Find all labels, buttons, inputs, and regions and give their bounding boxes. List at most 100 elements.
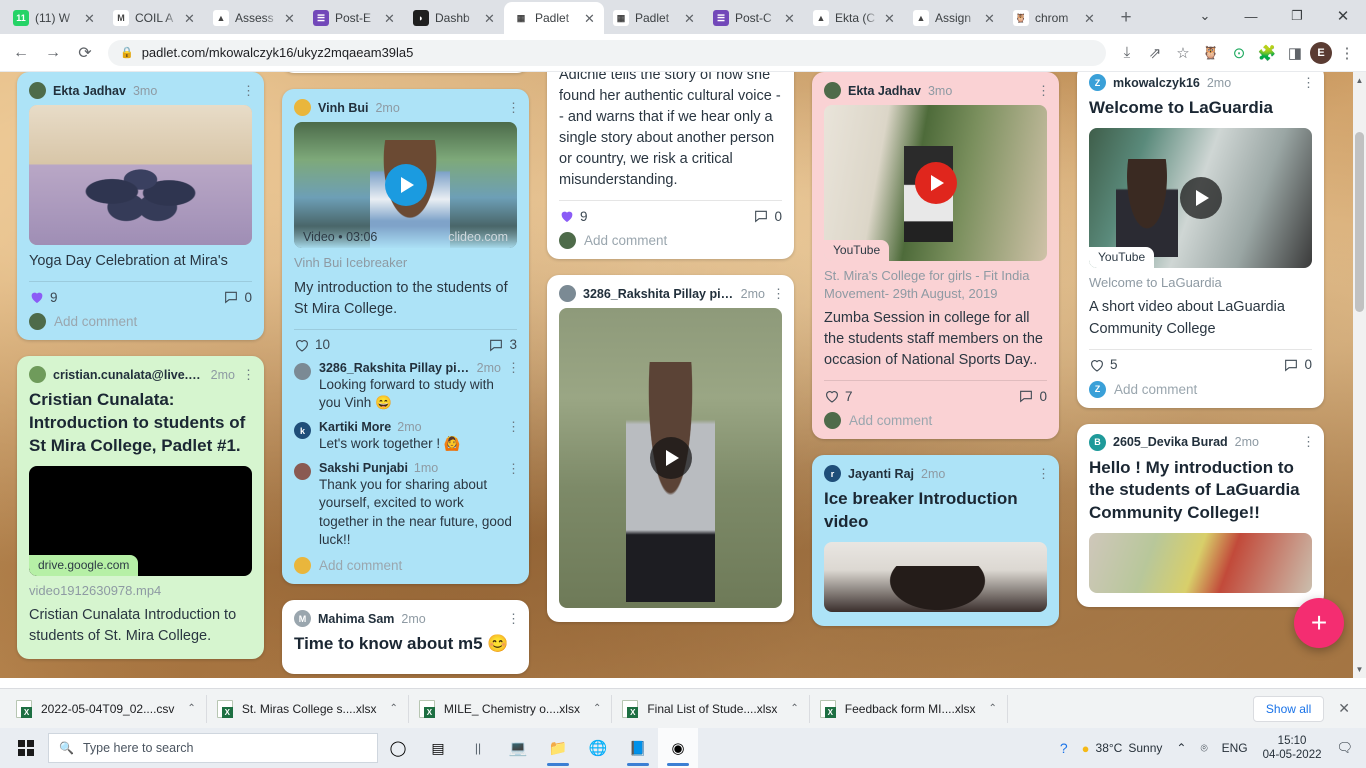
like-group[interactable]: 10	[294, 337, 330, 353]
scroll-up-arrow[interactable]: ▲	[1355, 76, 1364, 85]
post-media[interactable]	[559, 308, 782, 608]
like-group[interactable]: 9	[559, 208, 588, 224]
card-jayanti-raj[interactable]: rJayanti Raj2mo⋮Ice breaker Introduction…	[812, 455, 1059, 626]
tab-close-icon[interactable]: ✕	[84, 12, 98, 25]
scrollbar-thumb[interactable]	[1355, 132, 1364, 312]
play-button-icon[interactable]	[915, 162, 957, 204]
browser-tab-3[interactable]: ☰Post-E✕	[304, 2, 404, 34]
notification-center-icon[interactable]: 🗨	[1329, 728, 1360, 768]
meet-now-icon[interactable]: ⌾	[1193, 728, 1214, 768]
card-vinh-bui[interactable]: Vinh Bui2mo⋮Video • 03:06clideo.comVinh …	[282, 89, 529, 584]
download-item-final-list[interactable]: Final List of Stude....xlsx⌃	[612, 695, 809, 723]
tab-close-icon[interactable]: ✕	[1084, 12, 1098, 25]
task-view-icon[interactable]: ▤	[418, 728, 458, 768]
close-downloads-bar-button[interactable]: ✕	[1338, 700, 1350, 717]
download-item-mile-chemistry[interactable]: MILE_ Chemistry o....xlsx⌃	[409, 695, 612, 723]
extensions-puzzle-icon[interactable]: 🧩	[1254, 40, 1280, 66]
comment-menu-icon[interactable]: ⋮	[507, 363, 517, 372]
card-cristian-cunalata[interactable]: cristian.cunalata@live.la...2mo⋮Cristian…	[17, 356, 264, 659]
tab-search-button[interactable]: ⌄	[1182, 0, 1228, 32]
file-explorer-icon[interactable]: 📁	[538, 728, 578, 768]
post-menu-icon[interactable]: ⋮	[1037, 86, 1047, 95]
add-comment-input[interactable]: ZAdd comment	[1089, 381, 1312, 398]
browser-tab-2[interactable]: ▲Assess✕	[204, 2, 304, 34]
taskbar-search-input[interactable]: 🔍 Type here to search	[48, 733, 378, 763]
card-partial-top[interactable]: Add comment	[282, 72, 529, 73]
cortana-icon[interactable]: ◯	[378, 728, 418, 768]
download-item-csv[interactable]: 2022-05-04T09_02....csv⌃	[6, 695, 207, 723]
add-comment-input[interactable]: Add comment	[294, 557, 517, 574]
post-media[interactable]: YouTube	[824, 105, 1047, 261]
post-media[interactable]: YouTube	[1089, 128, 1312, 268]
tab-close-icon[interactable]: ✕	[984, 12, 998, 25]
post-media[interactable]: Video • 03:06clideo.com	[294, 122, 517, 248]
tab-close-icon[interactable]: ✕	[384, 12, 398, 25]
tray-expand-icon[interactable]: ⌃	[1169, 728, 1193, 768]
comment-group[interactable]: 0	[753, 208, 782, 224]
card-yoga-day[interactable]: Ekta Jadhav3mo⋮Yoga Day Celebration at M…	[17, 72, 264, 340]
bookmark-star-icon[interactable]: ☆	[1170, 40, 1196, 66]
install-icon[interactable]: ⤓	[1114, 40, 1140, 66]
tab-close-icon[interactable]: ✕	[884, 12, 898, 25]
tab-close-icon[interactable]: ✕	[784, 12, 798, 25]
post-media[interactable]: drive.google.com	[29, 466, 252, 576]
address-bar[interactable]: 🔒 padlet.com/mkowalczyk16/ukyz2mqaeam39l…	[108, 40, 1106, 66]
card-welcome-laguardia[interactable]: Zmkowalczyk162mo⋮Welcome to LaGuardiaYou…	[1077, 72, 1324, 408]
share-icon[interactable]: ⇗	[1142, 40, 1168, 66]
taskbar-clock[interactable]: 15:10 04-05-2022	[1255, 734, 1330, 763]
sidepanel-icon[interactable]: ◨	[1282, 40, 1308, 66]
post-menu-icon[interactable]: ⋮	[772, 289, 782, 298]
browser-tab-7[interactable]: ☰Post-C✕	[704, 2, 804, 34]
add-comment-input[interactable]: Add comment	[29, 313, 252, 330]
post-menu-icon[interactable]: ⋮	[507, 103, 517, 112]
scroll-down-arrow[interactable]: ▼	[1355, 665, 1364, 674]
post-menu-icon[interactable]: ⋮	[507, 614, 517, 623]
post-media[interactable]	[29, 105, 252, 245]
tab-close-icon[interactable]: ✕	[184, 12, 198, 25]
card-single-story[interactable]: Our lives, our cultures, are composed of…	[547, 72, 794, 259]
browser-tab-10[interactable]: 🦉chrom✕	[1004, 2, 1104, 34]
profile-avatar[interactable]: E	[1310, 42, 1332, 64]
maximize-button[interactable]: ❐	[1274, 0, 1320, 32]
reload-button[interactable]: ⟳	[70, 38, 100, 68]
page-scrollbar[interactable]: ▲ ▼	[1353, 72, 1366, 678]
language-indicator[interactable]: ENG	[1215, 728, 1255, 768]
like-group[interactable]: 5	[1089, 357, 1118, 373]
download-item-st-miras[interactable]: St. Miras College s....xlsx⌃	[207, 695, 409, 723]
browser-tab-1[interactable]: MCOIL A✕	[104, 2, 204, 34]
microsoft-edge-icon[interactable]: 🌐	[578, 728, 618, 768]
card-zumba-session[interactable]: Ekta Jadhav3mo⋮YouTubeSt. Mira's College…	[812, 72, 1059, 439]
post-menu-icon[interactable]: ⋮	[242, 86, 252, 95]
chrome-menu-icon[interactable]: ⋮	[1334, 40, 1360, 66]
comment-group[interactable]: 0	[223, 289, 252, 305]
post-media[interactable]	[1089, 533, 1312, 593]
minimize-button[interactable]: —	[1228, 0, 1274, 32]
card-rakshita-pillay[interactable]: 3286_Rakshita Pillay pillay2mo⋮	[547, 275, 794, 622]
forward-button[interactable]: →	[38, 38, 68, 68]
comment-group[interactable]: 0	[1018, 388, 1047, 404]
card-mahima-sam[interactable]: MMahima Sam2mo⋮Time to know about m5 😊	[282, 600, 529, 674]
chevron-up-icon[interactable]: ⌃	[390, 703, 398, 714]
play-button-icon[interactable]	[650, 437, 692, 479]
tab-close-icon[interactable]: ✕	[584, 12, 598, 25]
post-menu-icon[interactable]: ⋮	[1302, 78, 1312, 87]
card-devika-burad[interactable]: B2605_Devika Burad2mo⋮Hello ! My introdu…	[1077, 424, 1324, 608]
post-media[interactable]	[824, 542, 1047, 612]
browser-tab-4[interactable]: ◗Dashb✕	[404, 2, 504, 34]
post-menu-icon[interactable]: ⋮	[1302, 437, 1312, 446]
show-all-downloads-button[interactable]: Show all	[1253, 696, 1324, 722]
comment-menu-icon[interactable]: ⋮	[507, 422, 517, 431]
like-group[interactable]: 9	[29, 289, 58, 305]
word-icon[interactable]: 📘	[618, 728, 658, 768]
comment-menu-icon[interactable]: ⋮	[507, 464, 517, 473]
add-comment-input[interactable]: Add comment	[824, 412, 1047, 429]
comment-group[interactable]: 3	[488, 337, 517, 353]
download-item-feedback-form[interactable]: Feedback form MI....xlsx⌃	[810, 695, 1008, 723]
add-comment-input[interactable]: Add comment	[559, 232, 782, 249]
back-button[interactable]: ←	[6, 38, 36, 68]
weather-widget[interactable]: ● 38°C Sunny	[1075, 728, 1170, 768]
add-post-button[interactable]: +	[1294, 598, 1344, 648]
like-group[interactable]: 7	[824, 388, 853, 404]
play-button-icon[interactable]	[385, 164, 427, 206]
browser-tab-6[interactable]: ▦Padlet✕	[604, 2, 704, 34]
